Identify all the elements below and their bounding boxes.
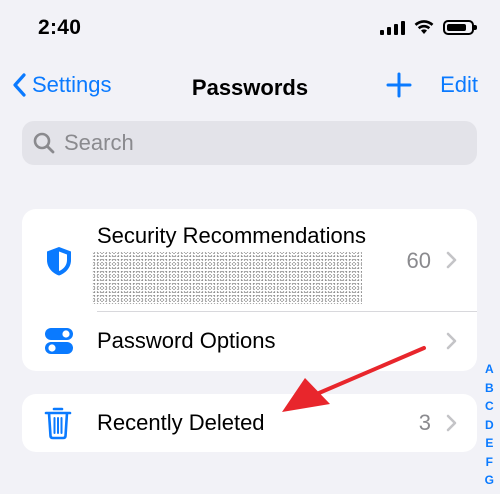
index-letter[interactable]: E [485, 434, 493, 453]
recently-deleted-group: Recently Deleted 3 [22, 394, 477, 452]
chevron-right-icon [446, 414, 457, 432]
security-recommendations-row[interactable]: Security Recommendations 60 [22, 209, 477, 312]
recently-deleted-row[interactable]: Recently Deleted 3 [22, 394, 477, 452]
password-options-label: Password Options [97, 328, 276, 353]
plus-icon [386, 72, 412, 98]
index-letter[interactable]: D [485, 416, 494, 435]
blurred-details [92, 252, 362, 304]
search-bar[interactable] [22, 121, 477, 165]
battery-icon [443, 20, 477, 35]
status-bar: 2:40 [0, 0, 500, 58]
password-options-row[interactable]: Password Options [22, 312, 477, 371]
recently-deleted-label: Recently Deleted [97, 410, 265, 435]
security-count: 60 [406, 248, 431, 273]
toggle-icon [44, 326, 74, 356]
chevron-right-icon [446, 332, 457, 350]
shield-icon [44, 245, 74, 277]
index-letter[interactable]: G [485, 471, 494, 490]
back-button-label: Settings [32, 72, 112, 97]
index-letter[interactable]: A [485, 360, 494, 379]
recently-deleted-count: 3 [418, 410, 431, 435]
index-letter[interactable]: B [485, 379, 494, 398]
index-letter[interactable]: C [485, 397, 494, 416]
trash-icon [44, 406, 72, 440]
chevron-left-icon [13, 73, 26, 97]
passwords-options-group: Security Recommendations 60 Password Opt… [22, 209, 477, 371]
nav-bar: Settings Passwords Edit [0, 66, 500, 110]
index-letter[interactable]: F [486, 453, 493, 472]
alphabet-index[interactable]: A B C D E F G [485, 360, 494, 490]
status-time: 2:40 [38, 16, 82, 39]
edit-button[interactable]: Edit [440, 72, 478, 98]
security-recommendations-label: Security Recommendations [97, 223, 367, 248]
search-icon [33, 132, 55, 154]
wifi-icon [414, 20, 434, 34]
chevron-right-icon [446, 251, 457, 269]
search-input[interactable] [64, 130, 464, 156]
status-icons [380, 20, 477, 35]
back-button[interactable]: Settings [12, 72, 112, 98]
add-password-button[interactable] [386, 72, 412, 98]
nav-actions: Edit [386, 72, 478, 98]
cellular-signal-icon [380, 20, 405, 35]
